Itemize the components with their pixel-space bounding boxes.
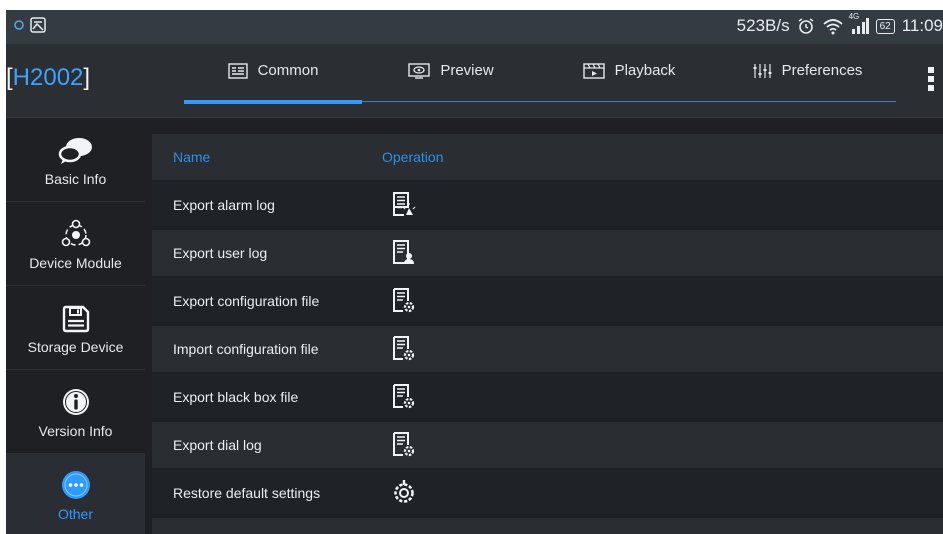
row-name: Import configuration file xyxy=(173,341,319,357)
common-icon xyxy=(227,62,248,79)
table-row: Export user log xyxy=(152,230,943,276)
sidebar-item-version-info[interactable]: Version Info xyxy=(6,370,145,454)
chat-bubbles-icon xyxy=(58,138,92,164)
tab-preview[interactable]: Preview xyxy=(362,44,540,117)
restore-icon[interactable] xyxy=(392,479,416,505)
row-name: Export alarm log xyxy=(173,197,275,213)
row-name: Restore default settings xyxy=(173,485,321,501)
operations-table: Name Operation Export alarm log Export u… xyxy=(152,134,943,534)
sidebar-item-label: Basic Info xyxy=(44,171,107,187)
alarm-clock-icon xyxy=(798,18,814,34)
gallery-icon xyxy=(30,17,46,33)
playback-icon xyxy=(582,62,605,79)
status-bar: 523B/s 4G 62 11:09 xyxy=(6,10,943,44)
floppy-disk-icon xyxy=(62,305,89,333)
app-screen: 523B/s 4G 62 11:09 [H2002] Common Previe… xyxy=(6,10,943,534)
sidebar-item-storage-device[interactable]: Storage Device xyxy=(6,286,145,370)
user-log-icon[interactable] xyxy=(392,239,416,267)
config-file-icon[interactable] xyxy=(392,335,416,363)
column-header-name: Name xyxy=(173,149,211,165)
row-name: Export black box file xyxy=(173,389,299,405)
more-icon xyxy=(61,471,90,499)
device-name: [H2002] xyxy=(6,64,91,91)
table-row-partial xyxy=(152,518,943,534)
clock: 11:09 xyxy=(901,16,943,35)
sidebar-item-label: Storage Device xyxy=(27,339,124,355)
signal-indicator: 4G xyxy=(849,12,869,34)
module-icon xyxy=(61,219,90,247)
more-options-icon[interactable] xyxy=(927,66,935,92)
preview-icon xyxy=(408,62,431,79)
notification-dot-icon xyxy=(14,20,24,30)
info-icon xyxy=(62,389,89,415)
table-row: Export black box file xyxy=(152,374,943,420)
network-type: 4G xyxy=(848,12,860,21)
sidebar-item-other[interactable]: Other xyxy=(6,454,145,534)
preferences-icon xyxy=(753,63,772,78)
wifi-icon xyxy=(822,19,843,35)
row-name: Export dial log xyxy=(173,437,262,453)
top-tabs: Common Preview Playback Preferences xyxy=(184,44,896,117)
config-file-icon[interactable] xyxy=(392,431,416,459)
alarm-log-icon[interactable] xyxy=(392,191,416,219)
network-speed: 523B/s xyxy=(736,16,790,35)
app-header: [H2002] Common Preview Playback Preferen… xyxy=(6,44,943,118)
tab-preferences[interactable]: Preferences xyxy=(718,44,896,117)
sidebar-item-basic-info[interactable]: Basic Info xyxy=(6,118,145,202)
sidebar-item-device-module[interactable]: Device Module xyxy=(6,202,145,286)
table-row: Import configuration file xyxy=(152,326,943,372)
tab-playback[interactable]: Playback xyxy=(540,44,718,117)
tab-preferences-label: Preferences xyxy=(781,62,863,79)
tab-preview-label: Preview xyxy=(440,62,494,79)
sidebar: Basic Info Device Module Storage Device … xyxy=(6,118,145,534)
sidebar-item-label: Device Module xyxy=(29,255,122,271)
column-header-operation: Operation xyxy=(382,149,444,165)
tab-common-label: Common xyxy=(257,62,319,79)
tab-common[interactable]: Common xyxy=(184,44,362,117)
config-file-icon[interactable] xyxy=(392,287,416,315)
table-header: Name Operation xyxy=(152,134,943,180)
tab-playback-label: Playback xyxy=(614,62,676,79)
table-row: Export configuration file xyxy=(152,278,943,324)
battery-indicator: 62 xyxy=(875,18,895,34)
sidebar-item-label: Version Info xyxy=(38,423,113,439)
sidebar-item-label: Other xyxy=(57,506,93,522)
row-name: Export configuration file xyxy=(173,293,320,309)
row-name: Export user log xyxy=(173,245,268,261)
config-file-icon[interactable] xyxy=(392,383,416,411)
table-row: Restore default settings xyxy=(152,470,943,516)
table-row: Export dial log xyxy=(152,422,943,468)
table-row: Export alarm log xyxy=(152,182,943,228)
